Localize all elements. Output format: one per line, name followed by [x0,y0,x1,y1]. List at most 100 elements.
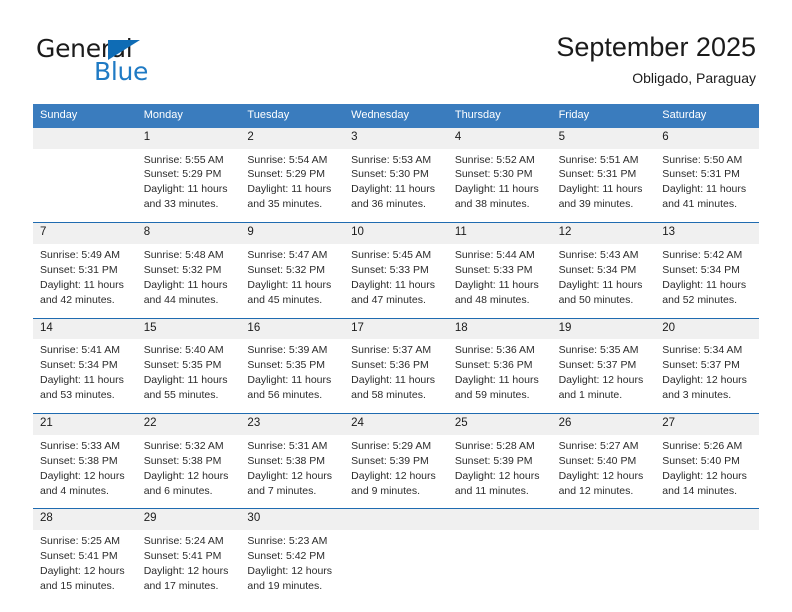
day-cell[interactable]: Sunrise: 5:52 AM Sunset: 5:30 PM Daylight:… [448,149,552,223]
day-cell[interactable]: Sunrise: 5:44 AM Sunset: 5:33 PM Daylight:… [448,244,552,318]
day-number[interactable]: 9 [240,223,344,244]
day-number[interactable]: 20 [655,319,759,340]
day-cell[interactable]: Sunrise: 5:43 AM Sunset: 5:34 PM Daylight:… [552,244,656,318]
day-cell[interactable]: Sunrise: 5:31 AM Sunset: 5:38 PM Daylight:… [240,435,344,509]
day-detail-line: and 3 minutes. [662,389,732,402]
calendar-week-row: 14 15 16 17 18 19 20 Sunrise: 5:41 AM Sunset: 5:… [33,317,759,414]
day-cell[interactable]: Sunrise: 5:34 AM Sunset: 5:37 PM Daylight:… [655,339,759,413]
day-number[interactable]: 10 [344,223,448,244]
day-detail-line: Sunrise: 5:45 AM [351,248,432,261]
day-number[interactable]: 15 [137,319,241,340]
day-detail-line: Sunset: 5:41 PM [40,550,118,563]
day-number[interactable]: 1 [137,128,241,149]
day-number[interactable]: 8 [137,223,241,244]
day-detail-line: Daylight: 11 hours [247,374,332,387]
day-detail-line: and 35 minutes. [247,198,323,211]
day-detail-line: Sunset: 5:33 PM [351,263,429,276]
day-number[interactable]: 30 [240,509,344,530]
day-number[interactable]: 12 [552,223,656,244]
day-cell[interactable]: Sunrise: 5:27 AM Sunset: 5:40 PM Daylight:… [552,435,656,509]
day-number[interactable]: 4 [448,128,552,149]
day-detail-line: Sunrise: 5:43 AM [558,248,639,261]
weekday-header-wednesday: Wednesday [351,109,410,121]
day-cell[interactable]: Sunrise: 5:53 AM Sunset: 5:30 PM Daylight:… [344,149,448,223]
day-cell[interactable]: Sunrise: 5:25 AM Sunset: 5:41 PM Daylight:… [33,530,137,604]
day-detail-line: Daylight: 11 hours [351,183,435,196]
day-detail-line: and 41 minutes. [662,198,737,211]
day-detail-line: Sunrise: 5:23 AM [247,535,328,548]
day-number[interactable]: 2 [240,128,344,149]
day-detail-line: and 14 minutes. [662,484,737,497]
day-cell[interactable]: Sunrise: 5:24 AM Sunset: 5:41 PM Daylight:… [137,530,241,604]
day-cell[interactable]: Sunrise: 5:47 AM Sunset: 5:32 PM Daylight:… [240,244,344,318]
day-detail-line: and 11 minutes. [454,484,529,497]
day-detail-line: Daylight: 11 hours [143,278,228,291]
day-detail-line: Sunrise: 5:49 AM [40,248,120,261]
day-detail-line: and 33 minutes. [143,198,219,211]
day-cell[interactable]: Sunrise: 5:51 AM Sunset: 5:31 PM Daylight:… [552,149,656,223]
day-cell[interactable]: Sunrise: 5:55 AM Sunset: 5:29 PM Daylight:… [137,149,241,223]
day-cell[interactable]: Sunrise: 5:49 AM Sunset: 5:31 PM Daylight:… [33,244,137,318]
day-cell[interactable]: Sunrise: 5:42 AM Sunset: 5:34 PM Daylight:… [655,244,759,318]
page-title: September 2025 [556,32,756,62]
day-detail-line: Daylight: 11 hours [143,183,228,196]
day-detail-line: Sunrise: 5:41 AM [40,344,120,357]
day-cell[interactable]: Sunrise: 5:29 AM Sunset: 5:39 PM Daylight:… [344,435,448,509]
day-number[interactable]: 21 [33,414,137,435]
day-detail-line: and 1 minute. [558,389,623,402]
day-cell[interactable]: Sunrise: 5:39 AM Sunset: 5:35 PM Daylight:… [240,339,344,413]
day-cell[interactable]: Sunrise: 5:26 AM Sunset: 5:40 PM Daylight:… [655,435,759,509]
day-detail-line: and 7 minutes. [247,484,317,497]
day-cell[interactable]: Sunrise: 5:37 AM Sunset: 5:36 PM Daylight:… [344,339,448,413]
day-detail-line: Daylight: 11 hours [558,278,643,291]
day-number[interactable]: 29 [137,509,241,530]
week-content-row: Sunrise: 5:41 AM Sunset: 5:34 PM Daylight:… [33,339,759,414]
day-detail-line: Daylight: 12 hours [558,469,644,482]
day-detail-line: Daylight: 11 hours [351,374,435,387]
day-detail-line: and 58 minutes. [351,389,426,402]
day-cell[interactable]: Sunrise: 5:36 AM Sunset: 5:36 PM Daylight:… [448,339,552,413]
day-cell[interactable]: Sunrise: 5:32 AM Sunset: 5:38 PM Daylight:… [137,435,241,509]
day-cell[interactable]: Sunrise: 5:40 AM Sunset: 5:35 PM Daylight:… [137,339,241,413]
day-number[interactable]: 19 [552,319,656,340]
day-number[interactable]: 24 [344,414,448,435]
day-number[interactable]: 17 [344,319,448,340]
day-number[interactable]: 26 [552,414,656,435]
general-blue-logo[interactable]: General Blue [36,36,256,92]
calendar-weeks: 1 2 3 4 5 6 Sunrise: 5:55 AM Sunset: 5:29 PM Day… [33,127,759,604]
day-detail-line: Daylight: 11 hours [558,183,643,196]
day-cell[interactable]: Sunrise: 5:23 AM Sunset: 5:42 PM Daylight:… [240,530,344,604]
day-detail-line: and 50 minutes. [558,293,634,306]
day-cell[interactable]: Sunrise: 5:50 AM Sunset: 5:31 PM Daylight:… [655,149,759,223]
day-number[interactable]: 7 [33,223,137,244]
day-number[interactable]: 6 [655,128,759,149]
day-cell[interactable]: Sunrise: 5:33 AM Sunset: 5:38 PM Daylight:… [33,435,137,509]
day-detail-line: Sunset: 5:41 PM [143,550,222,563]
day-cell[interactable]: Sunrise: 5:45 AM Sunset: 5:33 PM Daylight:… [344,244,448,318]
day-number-empty [448,509,552,530]
day-cell-empty [655,530,759,604]
day-number[interactable]: 3 [344,128,448,149]
day-number[interactable]: 5 [552,128,656,149]
day-cell[interactable]: Sunrise: 5:28 AM Sunset: 5:39 PM Daylight:… [448,435,552,509]
day-number[interactable]: 11 [448,223,552,244]
day-cell[interactable]: Sunrise: 5:41 AM Sunset: 5:34 PM Daylight:… [33,339,137,413]
day-number[interactable]: 14 [33,319,137,340]
day-number[interactable]: 27 [655,414,759,435]
day-number[interactable]: 13 [655,223,759,244]
day-cell[interactable]: Sunrise: 5:54 AM Sunset: 5:29 PM Daylight:… [240,149,344,223]
day-number[interactable]: 22 [137,414,241,435]
weekday-header-thursday: Thursday [454,109,501,121]
day-detail-line: Sunrise: 5:42 AM [662,248,743,261]
logo-text-blue: Blue [94,57,149,86]
calendar-week-row: 21 22 23 24 25 26 27 Sunrise: 5:33 AM Sunset: 5:… [33,413,759,509]
day-detail-line: Sunrise: 5:25 AM [40,535,120,548]
day-number[interactable]: 23 [240,414,344,435]
day-number[interactable]: 25 [448,414,552,435]
day-number[interactable]: 28 [33,509,137,530]
day-cell[interactable]: Sunrise: 5:35 AM Sunset: 5:37 PM Daylight:… [552,339,656,413]
day-number[interactable]: 18 [448,319,552,340]
day-detail-line: Daylight: 12 hours [143,469,229,482]
day-cell[interactable]: Sunrise: 5:48 AM Sunset: 5:32 PM Daylight:… [137,244,241,318]
day-number[interactable]: 16 [240,319,344,340]
